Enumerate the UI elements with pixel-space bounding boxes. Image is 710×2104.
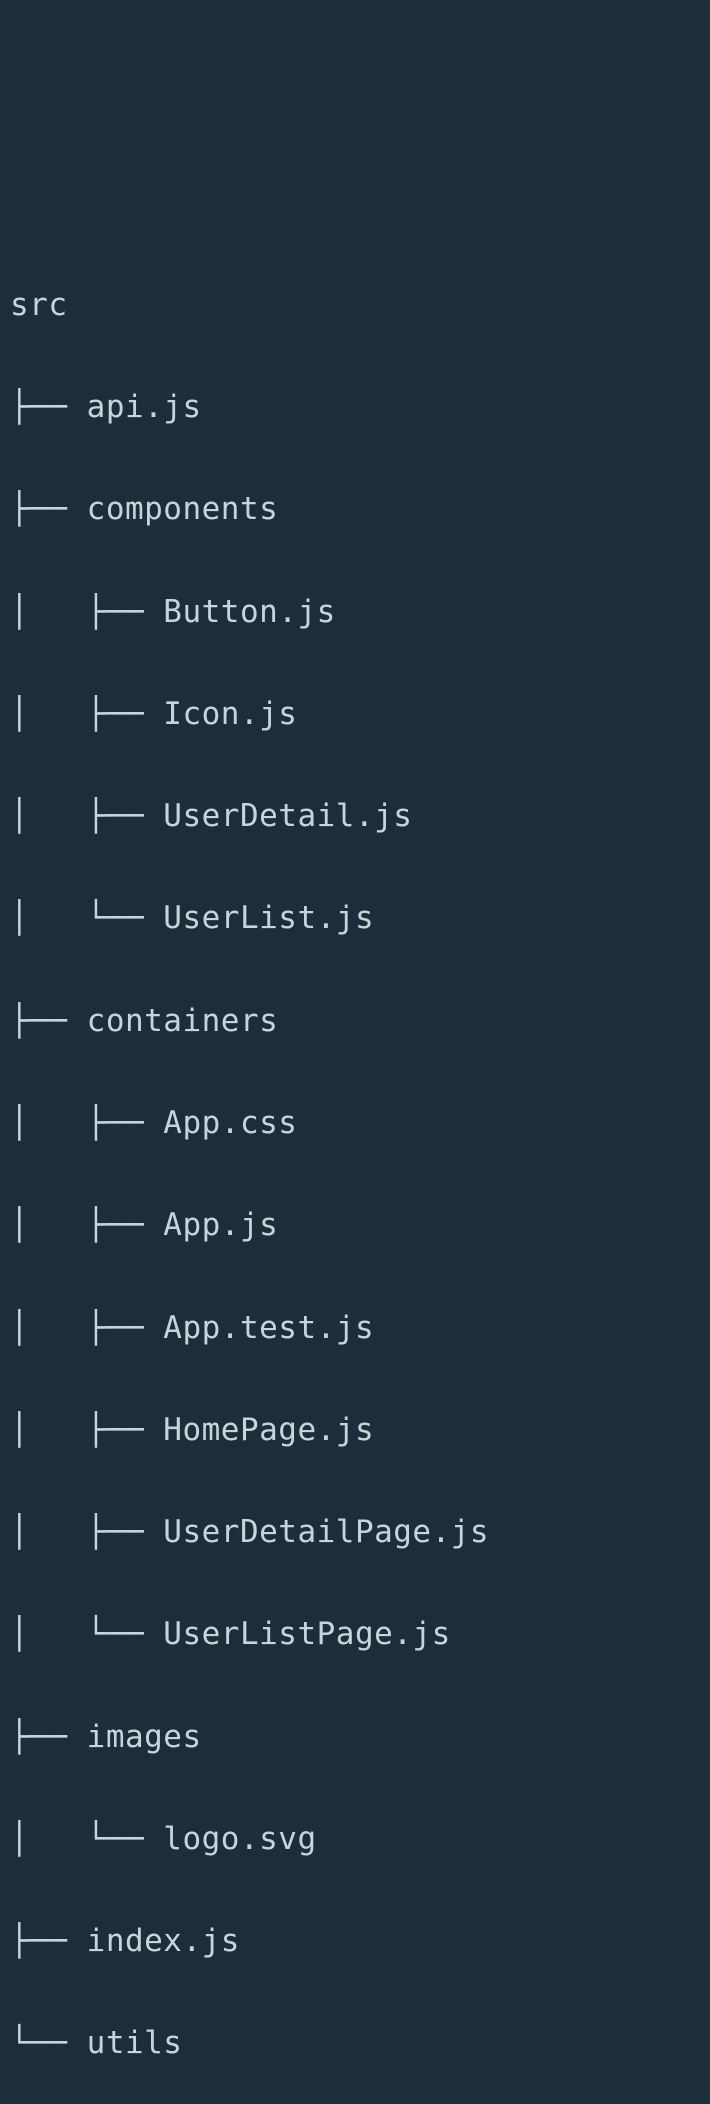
tree-file-userlist-js: │ └── UserList.js [10, 893, 700, 944]
tree-file-app-css: │ ├── App.css [10, 1098, 700, 1149]
tree-file-button-js: │ ├── Button.js [10, 587, 700, 638]
tree-file-homepage-js: │ ├── HomePage.js [10, 1405, 700, 1456]
tree-dir-components: ├── components [10, 484, 700, 535]
tree-file-api-js: ├── api.js [10, 382, 700, 433]
tree-file-logo-svg: │ └── logo.svg [10, 1814, 700, 1865]
tree-dir-containers: ├── containers [10, 996, 700, 1047]
tree-dir-utils: └── utils [10, 2018, 700, 2069]
tree-file-userdetail-js: │ ├── UserDetail.js [10, 791, 700, 842]
tree-file-app-test-js: │ ├── App.test.js [10, 1303, 700, 1354]
tree-file-index-js: ├── index.js [10, 1916, 700, 1967]
tree-file-userdetailpage-js: │ ├── UserDetailPage.js [10, 1507, 700, 1558]
tree-file-icon-js: │ ├── Icon.js [10, 689, 700, 740]
tree-file-app-js: │ ├── App.js [10, 1200, 700, 1251]
tree-root: src [10, 280, 700, 331]
file-tree: src ├── api.js ├── components │ ├── Butt… [10, 229, 700, 2104]
tree-dir-images: ├── images [10, 1712, 700, 1763]
tree-file-userlistpage-js: │ └── UserListPage.js [10, 1609, 700, 1660]
